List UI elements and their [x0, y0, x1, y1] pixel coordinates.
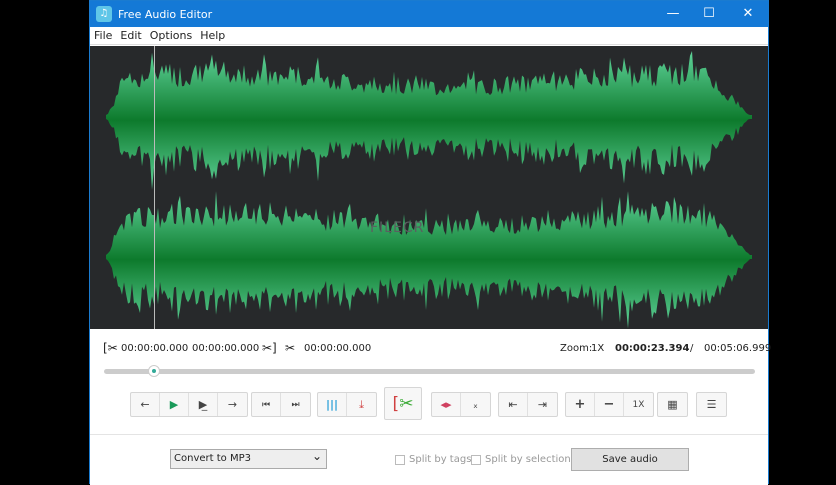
time-separator: /	[690, 343, 694, 354]
select-to-start-button[interactable]: ⇤	[499, 393, 528, 416]
delete-selection-button[interactable]: ₓ	[461, 393, 490, 416]
cut-icon[interactable]: ✂	[285, 341, 295, 355]
position-slider[interactable]	[104, 369, 755, 374]
playback-cursor[interactable]	[153, 46, 155, 329]
insert-marker-button[interactable]: ⤓	[347, 393, 376, 416]
app-window: ♫ Free Audio Editor — ☐ ✕ File Edit Opti…	[89, 0, 772, 485]
zoom-group: + − 1X	[565, 392, 654, 417]
maximize-button[interactable]: ☐	[692, 1, 726, 27]
menu-edit[interactable]: Edit	[116, 29, 145, 42]
menu-help[interactable]: Help	[196, 29, 229, 42]
selection-start-time: 00:00:00.000	[121, 343, 189, 354]
waveform-view[interactable]: FILECR	[90, 46, 768, 329]
close-button[interactable]: ✕	[731, 1, 765, 27]
menu-options[interactable]: Options	[146, 29, 196, 42]
window-title: Free Audio Editor	[118, 7, 213, 21]
zoom-label: Zoom:	[560, 343, 593, 354]
zoom-value: 1X	[591, 343, 605, 354]
zoom-reset-button[interactable]: 1X	[624, 393, 653, 416]
channel-1-waveform	[106, 51, 752, 190]
split-markers-button[interactable]: |||	[318, 393, 347, 416]
app-logo-icon: ♫	[96, 6, 112, 22]
current-time: 00:00:23.394	[615, 343, 690, 354]
position-slider-handle[interactable]	[148, 365, 160, 377]
play-button[interactable]: ▶	[160, 393, 189, 416]
split-by-tags-checkbox[interactable]: Split by tags	[395, 454, 471, 465]
select-group: ⇤ ⇥	[498, 392, 558, 417]
trim-button[interactable]: ◂▸	[432, 393, 461, 416]
bottom-bar: Convert to MP3 Split by tags Split by se…	[90, 434, 768, 485]
split-by-selections-label: Split by selections	[485, 454, 576, 465]
watermark: FILECR	[370, 220, 425, 236]
format-dropdown[interactable]: Convert to MP3	[170, 449, 327, 469]
skip-group: ⏮ ⏭	[251, 392, 311, 417]
time-bar: [✂ 00:00:00.000 00:00:00.000 ✂] ✂ 00:00:…	[90, 341, 772, 357]
marker-group: ||| ⤓	[317, 392, 377, 417]
waveform	[106, 51, 752, 329]
playback-group: ← ▶ ▶̲ →	[130, 392, 248, 417]
play-selection-button[interactable]: ▶̲	[189, 393, 218, 416]
selection-start-icon[interactable]: [✂	[103, 341, 118, 355]
split-by-tags-label: Split by tags	[409, 454, 472, 465]
split-by-selections-checkbox[interactable]: Split by selections	[471, 454, 576, 465]
save-audio-button[interactable]: Save audio	[571, 448, 689, 471]
forward-button[interactable]: →	[218, 393, 247, 416]
total-time: 00:05:06.999	[704, 343, 772, 354]
zoom-in-button[interactable]: +	[566, 393, 595, 416]
image-icon[interactable]: ▦	[658, 393, 687, 416]
selection-end-icon[interactable]: ✂]	[262, 341, 277, 355]
title-bar: ♫ Free Audio Editor — ☐ ✕	[90, 1, 768, 27]
rewind-button[interactable]: ←	[131, 393, 160, 416]
menu-file[interactable]: File	[90, 29, 116, 42]
skip-start-button[interactable]: ⏮	[252, 393, 281, 416]
selection-end-time: 00:00:00.000	[192, 343, 260, 354]
trim-group: ◂▸ ₓ	[431, 392, 491, 417]
cut-group: [✂	[384, 387, 422, 420]
cut-time: 00:00:00.000	[304, 343, 372, 354]
settings-group: ☰	[696, 392, 727, 417]
menu-bar: File Edit Options Help	[90, 27, 768, 45]
settings-sliders-icon[interactable]: ☰	[697, 393, 726, 416]
skip-end-button[interactable]: ⏭	[281, 393, 310, 416]
image-group: ▦	[657, 392, 688, 417]
select-to-end-button[interactable]: ⇥	[528, 393, 557, 416]
cut-button[interactable]: [✂	[385, 388, 421, 419]
channel-2-waveform	[106, 191, 752, 329]
zoom-out-button[interactable]: −	[595, 393, 624, 416]
minimize-button[interactable]: —	[656, 1, 690, 27]
